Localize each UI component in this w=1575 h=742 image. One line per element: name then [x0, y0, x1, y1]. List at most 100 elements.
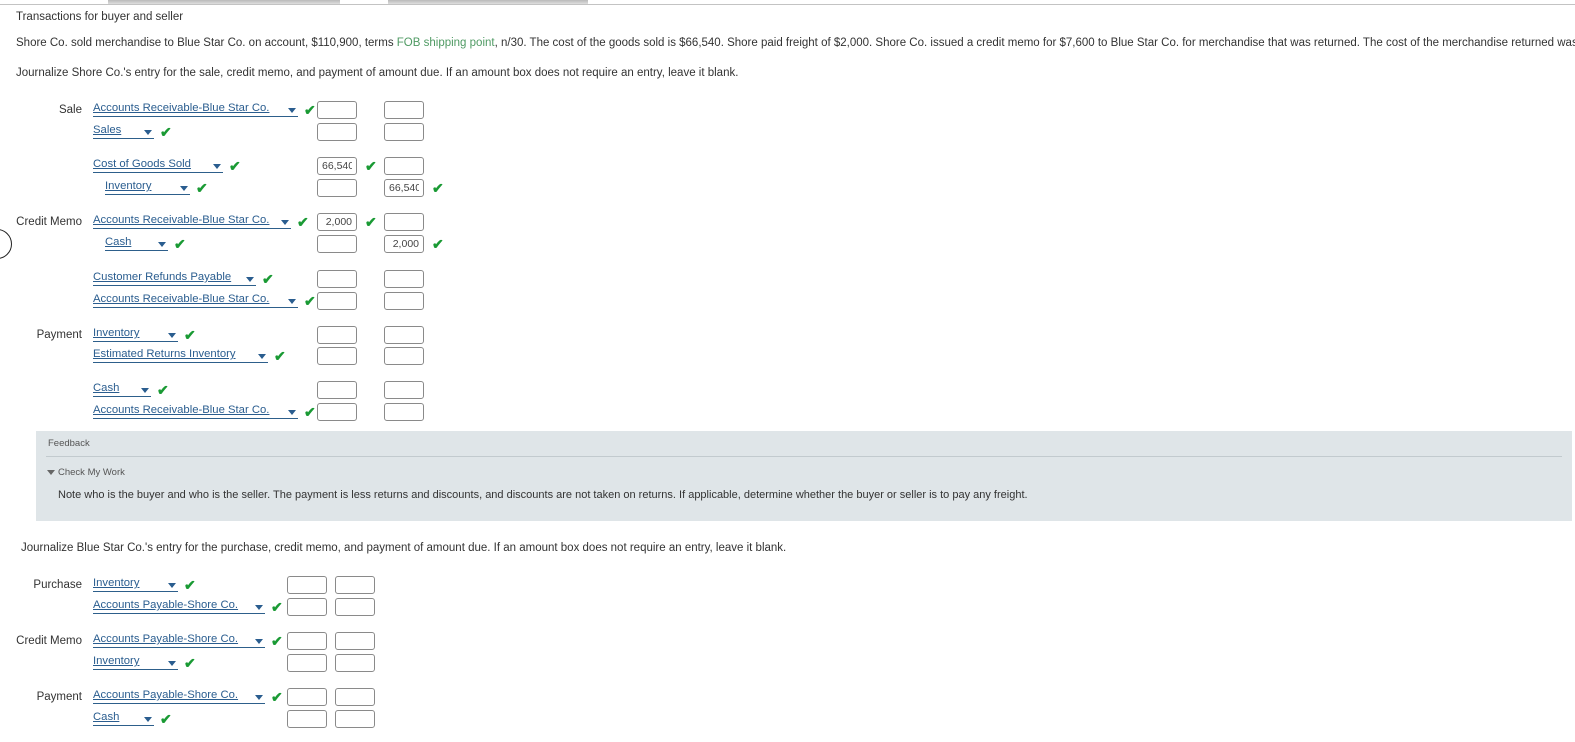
seller-account-select[interactable]: Cash	[93, 382, 151, 397]
seller-credit-amount-input[interactable]	[384, 123, 424, 141]
seller-account-select[interactable]: Estimated Returns Inventory	[93, 348, 268, 363]
seller-debit-amount-input[interactable]	[317, 101, 357, 119]
chevron-down-icon	[180, 186, 188, 191]
seller-debit-amount-input[interactable]	[317, 326, 357, 344]
seller-account-select[interactable]: Accounts Receivable-Blue Star Co.	[93, 404, 298, 419]
chevron-down-icon	[168, 583, 176, 588]
correct-check-icon: ✔	[365, 158, 377, 174]
seller-credit-amount-input[interactable]	[384, 270, 424, 288]
seller-credit-amount-input[interactable]	[384, 235, 424, 253]
buyer-debit-amount-input[interactable]	[287, 576, 327, 594]
correct-check-icon: ✔	[432, 236, 444, 252]
buyer-credit-amount-input[interactable]	[335, 598, 375, 616]
seller-credit-amount-input[interactable]	[384, 292, 424, 310]
correct-check-icon: ✔	[262, 271, 274, 287]
seller-account-select-label: Cash	[93, 382, 120, 394]
buyer-debit-amount-input[interactable]	[287, 688, 327, 706]
chevron-down-icon	[255, 605, 263, 610]
seller-debit-amount-input[interactable]	[317, 157, 357, 175]
buyer-account-select[interactable]: Accounts Payable-Shore Co.	[93, 633, 265, 648]
seller-account-select[interactable]: Sales	[93, 124, 154, 139]
seller-debit-amount-input[interactable]	[317, 381, 357, 399]
buyer-account-select[interactable]: Accounts Payable-Shore Co.	[93, 599, 265, 614]
correct-check-icon: ✔	[157, 382, 169, 398]
chevron-down-icon	[168, 661, 176, 666]
seller-debit-amount-input[interactable]	[317, 347, 357, 365]
seller-debit-amount-input[interactable]	[317, 292, 357, 310]
correct-check-icon: ✔	[304, 293, 316, 309]
seller-credit-amount-input[interactable]	[384, 326, 424, 344]
chevron-down-icon	[246, 277, 254, 282]
instruction-buyer: Journalize Blue Star Co.'s entry for the…	[21, 542, 787, 554]
tab-strip-divider	[0, 4, 1575, 5]
buyer-account-select-label: Inventory	[93, 577, 140, 589]
buyer-account-select[interactable]: Inventory	[93, 577, 178, 592]
buyer-debit-amount-input[interactable]	[287, 710, 327, 728]
correct-check-icon: ✔	[160, 124, 172, 140]
seller-account-select-label: Cash	[105, 236, 132, 248]
seller-credit-amount-input[interactable]	[384, 403, 424, 421]
seller-account-select-label: Accounts Receivable-Blue Star Co.	[93, 214, 270, 226]
chevron-down-icon	[255, 695, 263, 700]
chevron-down-icon	[213, 164, 221, 169]
correct-check-icon: ✔	[184, 327, 196, 343]
chevron-down-icon	[141, 388, 149, 393]
seller-credit-amount-input[interactable]	[384, 179, 424, 197]
seller-credit-amount-input[interactable]	[384, 347, 424, 365]
seller-debit-amount-input[interactable]	[317, 270, 357, 288]
buyer-credit-amount-input[interactable]	[335, 576, 375, 594]
correct-check-icon: ✔	[271, 633, 283, 649]
seller-account-select[interactable]: Cash	[105, 236, 168, 251]
correct-check-icon: ✔	[304, 102, 316, 118]
seller-account-select[interactable]: Accounts Receivable-Blue Star Co.	[93, 214, 291, 229]
seller-credit-amount-input[interactable]	[384, 381, 424, 399]
seller-account-select[interactable]: Customer Refunds Payable	[93, 271, 256, 286]
chevron-down-icon	[168, 333, 176, 338]
seller-debit-amount-input[interactable]	[317, 179, 357, 197]
buyer-debit-amount-input[interactable]	[287, 654, 327, 672]
correct-check-icon: ✔	[365, 214, 377, 230]
correct-check-icon: ✔	[304, 404, 316, 420]
buyer-account-select[interactable]: Inventory	[93, 655, 178, 670]
seller-debit-amount-input[interactable]	[317, 235, 357, 253]
correct-check-icon: ✔	[184, 655, 196, 671]
correct-check-icon: ✔	[196, 180, 208, 196]
seller-credit-amount-input[interactable]	[384, 157, 424, 175]
seller-account-select[interactable]: Accounts Receivable-Blue Star Co.	[93, 293, 298, 308]
exercise-page: Transactions for buyer and seller Shore …	[0, 0, 1575, 742]
check-my-work-toggle[interactable]: Check My Work	[47, 467, 125, 478]
seller-credit-amount-input[interactable]	[384, 213, 424, 231]
instruction-seller: Journalize Shore Co.'s entry for the sal…	[16, 67, 739, 79]
seller-debit-amount-input[interactable]	[317, 403, 357, 421]
chevron-down-icon	[47, 469, 55, 475]
buyer-debit-amount-input[interactable]	[287, 632, 327, 650]
buyer-account-select[interactable]: Accounts Payable-Shore Co.	[93, 689, 265, 704]
seller-account-select[interactable]: Accounts Receivable-Blue Star Co.	[93, 102, 298, 117]
buyer-credit-amount-input[interactable]	[335, 710, 375, 728]
correct-check-icon: ✔	[174, 236, 186, 252]
seller-account-select[interactable]: Inventory	[105, 180, 190, 195]
buyer-account-select[interactable]: Cash	[93, 711, 154, 726]
seller-row-label: Credit Memo	[16, 216, 82, 228]
buyer-credit-amount-input[interactable]	[335, 688, 375, 706]
buyer-credit-amount-input[interactable]	[335, 632, 375, 650]
correct-check-icon: ✔	[432, 180, 444, 196]
seller-credit-amount-input[interactable]	[384, 101, 424, 119]
fob-shipping-point-link[interactable]: FOB shipping point	[397, 37, 495, 49]
seller-account-select[interactable]: Inventory	[93, 327, 178, 342]
chevron-down-icon	[281, 220, 289, 225]
buyer-account-select-label: Accounts Payable-Shore Co.	[93, 633, 239, 645]
seller-account-select-label: Sales	[93, 124, 122, 136]
feedback-body-text: Note who is the buyer and who is the sel…	[58, 489, 1028, 501]
chevron-down-icon	[255, 639, 263, 644]
chevron-down-icon	[258, 354, 266, 359]
buyer-credit-amount-input[interactable]	[335, 654, 375, 672]
loading-spinner-artifact	[0, 229, 12, 259]
correct-check-icon: ✔	[160, 711, 172, 727]
buyer-debit-amount-input[interactable]	[287, 598, 327, 616]
seller-row-label: Sale	[58, 104, 82, 116]
correct-check-icon: ✔	[297, 214, 309, 230]
seller-debit-amount-input[interactable]	[317, 213, 357, 231]
seller-account-select[interactable]: Cost of Goods Sold	[93, 158, 223, 173]
seller-debit-amount-input[interactable]	[317, 123, 357, 141]
